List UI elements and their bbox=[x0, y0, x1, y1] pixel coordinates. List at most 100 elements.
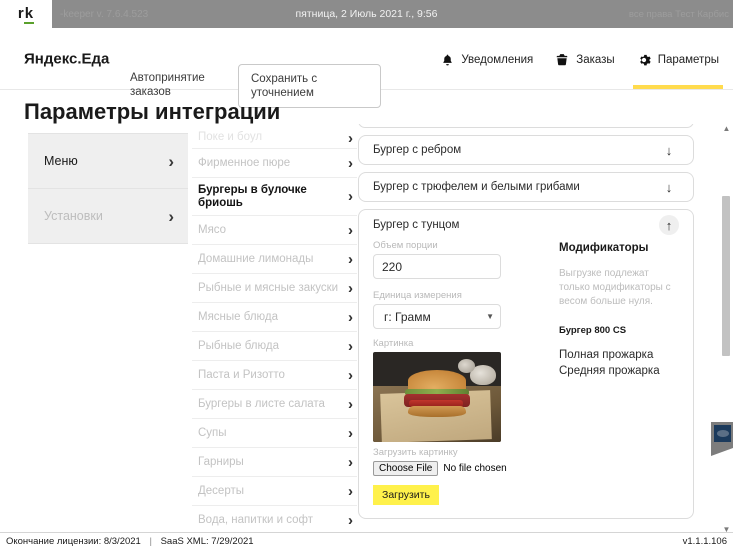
category-label: Гарниры bbox=[198, 455, 244, 468]
category-item[interactable]: Мясные блюда › bbox=[192, 303, 357, 332]
edge-helper-widget[interactable] bbox=[711, 422, 733, 456]
category-label: Бургеры в булочке бриошь bbox=[198, 183, 307, 209]
chevron-right-icon: › bbox=[348, 395, 353, 413]
photo-bun-bottom bbox=[407, 406, 467, 417]
status-footer: Окончание лицензии: 8/3/2021 | SaaS XML:… bbox=[0, 532, 733, 550]
dish-card[interactable]: Бургер с трюфелем и белыми грибами ↓ bbox=[358, 172, 694, 202]
category-label: Вода, напитки и софт bbox=[198, 513, 313, 526]
category-item[interactable]: Супы › bbox=[192, 419, 357, 448]
nav-label-orders: Заказы bbox=[576, 53, 615, 66]
modifier-option[interactable]: Полная прожарка bbox=[559, 347, 679, 363]
expand-down-icon[interactable]: ↓ bbox=[659, 140, 679, 160]
scrollbar-thumb[interactable] bbox=[722, 196, 730, 356]
nav-item-orders[interactable]: Заказы bbox=[555, 28, 615, 89]
chevron-right-icon: › bbox=[348, 279, 353, 297]
category-item[interactable]: Домашние лимонады › bbox=[192, 245, 357, 274]
chevron-right-icon: › bbox=[348, 250, 353, 268]
picture-label: Картинка bbox=[373, 338, 414, 349]
nav-label-notifications: Уведомления bbox=[461, 53, 534, 66]
nav-item-notifications[interactable]: Уведомления bbox=[441, 28, 533, 89]
logo-text: rk bbox=[18, 4, 35, 24]
category-item[interactable]: Рыбные блюда › bbox=[192, 332, 357, 361]
page-title: Параметры интеграции bbox=[24, 99, 281, 124]
chevron-right-icon: › bbox=[348, 131, 353, 147]
app-version-label: -keeper v. 7.6.4.523 bbox=[60, 8, 149, 20]
expand-down-icon[interactable]: ↓ bbox=[659, 177, 679, 197]
chevron-right-icon: › bbox=[348, 337, 353, 355]
chevron-right-icon: › bbox=[348, 424, 353, 442]
upload-picture-label: Загрузить картинку bbox=[373, 447, 458, 458]
nav-item-parameters[interactable]: Параметры bbox=[632, 28, 724, 89]
modifiers-column: Модификаторы Выгрузке подлежат только мо… bbox=[537, 240, 679, 505]
category-label: Супы bbox=[198, 426, 227, 439]
sidebar-item-installations[interactable]: Установки › bbox=[28, 189, 188, 244]
file-input-row[interactable]: Choose File No file chosen bbox=[373, 461, 537, 476]
category-label: Бургеры в листе салата bbox=[198, 397, 325, 410]
category-item[interactable]: Бургеры в листе салата › bbox=[192, 390, 357, 419]
copyright-label: все права Тест Карбис bbox=[628, 8, 729, 20]
save-with-clarification-label: Сохранить с уточнением bbox=[251, 73, 318, 99]
main-navbar: Яндекс.Еда Автопринятие заказов Сохранит… bbox=[0, 28, 733, 108]
dish-card-expanded: Бургер с тунцом ↑ Объем порции Единица и… bbox=[358, 209, 694, 519]
category-label: Домашние лимонады bbox=[198, 252, 314, 265]
category-item[interactable]: Паста и Ризотто › bbox=[192, 361, 357, 390]
category-item[interactable]: Мясо › bbox=[192, 216, 357, 245]
dish-name: Бургер с ребром bbox=[373, 144, 462, 156]
brand-yandex-eda: Яндекс.Еда bbox=[24, 50, 110, 67]
dish-list-panel: Бургер с ребром ↓ Бургер с трюфелем и бе… bbox=[358, 124, 694, 535]
modifier-options: Полная прожарка Средняя прожарка bbox=[559, 347, 679, 379]
chevron-right-icon: › bbox=[348, 453, 353, 471]
category-label: Поке и боул bbox=[198, 131, 263, 143]
category-label: Рыбные и мясные закуски bbox=[198, 281, 339, 294]
system-topbar: rk -keeper v. 7.6.4.523 пятница, 2 Июль … bbox=[0, 0, 733, 28]
chevron-right-icon: › bbox=[348, 511, 353, 529]
sidebar-label-installations: Установки bbox=[44, 209, 103, 223]
category-item[interactable]: Вода, напитки и софт › bbox=[192, 506, 357, 535]
dish-card-partial[interactable] bbox=[358, 124, 694, 128]
nav-autoaccept-orders[interactable]: Автопринятие заказов bbox=[130, 71, 225, 99]
category-label: Рыбные блюда bbox=[198, 339, 279, 352]
unit-selected-value: г: Грамм bbox=[384, 309, 431, 324]
upload-button[interactable]: Загрузить bbox=[373, 485, 439, 505]
dish-expanded-header[interactable]: Бургер с тунцом ↑ bbox=[359, 210, 693, 240]
no-file-chosen-label: No file chosen bbox=[443, 463, 507, 474]
category-item[interactable]: Поке и боул › bbox=[192, 131, 357, 149]
footer-separator: | bbox=[149, 536, 152, 547]
rkeeper-logo: rk bbox=[0, 0, 52, 28]
gear-icon bbox=[637, 53, 651, 67]
app-version-footer: v1.1.1.106 bbox=[682, 536, 727, 547]
sidebar-item-menu[interactable]: Меню › bbox=[28, 134, 188, 189]
category-item[interactable]: Фирменное пюре › bbox=[192, 149, 357, 178]
portion-volume-label: Объем порции bbox=[373, 240, 438, 251]
chevron-right-icon: › bbox=[348, 154, 353, 172]
settings-sidebar: Меню › Установки › bbox=[28, 133, 188, 244]
portion-volume-input[interactable] bbox=[373, 254, 501, 279]
category-item[interactable]: Десерты › bbox=[192, 477, 357, 506]
collapse-up-icon[interactable]: ↑ bbox=[659, 215, 679, 235]
bell-icon bbox=[441, 53, 454, 67]
modifier-option[interactable]: Средняя прожарка bbox=[559, 363, 679, 379]
category-label: Мясные блюда bbox=[198, 310, 279, 323]
category-item[interactable]: Рыбные и мясные закуски › bbox=[192, 274, 357, 303]
page-scrollbar[interactable]: ▲ ▼ bbox=[720, 124, 733, 535]
modifiers-title: Модификаторы bbox=[559, 242, 649, 254]
resize-handle-icon[interactable] bbox=[714, 425, 731, 442]
nav-label-parameters: Параметры bbox=[657, 53, 719, 66]
chevron-down-icon: ▼ bbox=[486, 312, 494, 321]
chevron-right-icon: › bbox=[348, 308, 353, 326]
category-label: Десерты bbox=[198, 484, 245, 497]
scroll-up-arrow-icon[interactable]: ▲ bbox=[720, 124, 733, 134]
chevron-right-icon: › bbox=[348, 188, 353, 205]
choose-file-button[interactable]: Choose File bbox=[373, 461, 439, 476]
unit-select[interactable]: г: Грамм ▼ bbox=[373, 304, 501, 329]
dish-photo bbox=[373, 352, 501, 442]
category-list[interactable]: Поке и боул › Фирменное пюре › Бургеры в… bbox=[192, 131, 357, 535]
chevron-right-icon: › bbox=[168, 151, 174, 171]
modifiers-note: Выгрузке подлежат только модификаторы с … bbox=[559, 268, 671, 307]
category-item-selected[interactable]: Бургеры в булочке бриошь › bbox=[192, 178, 357, 216]
category-item[interactable]: Гарниры › bbox=[192, 448, 357, 477]
chevron-right-icon: › bbox=[348, 482, 353, 500]
dish-card[interactable]: Бургер с ребром ↓ bbox=[358, 135, 694, 165]
license-expiry-label: Окончание лицензии: 8/3/2021 bbox=[6, 536, 141, 547]
